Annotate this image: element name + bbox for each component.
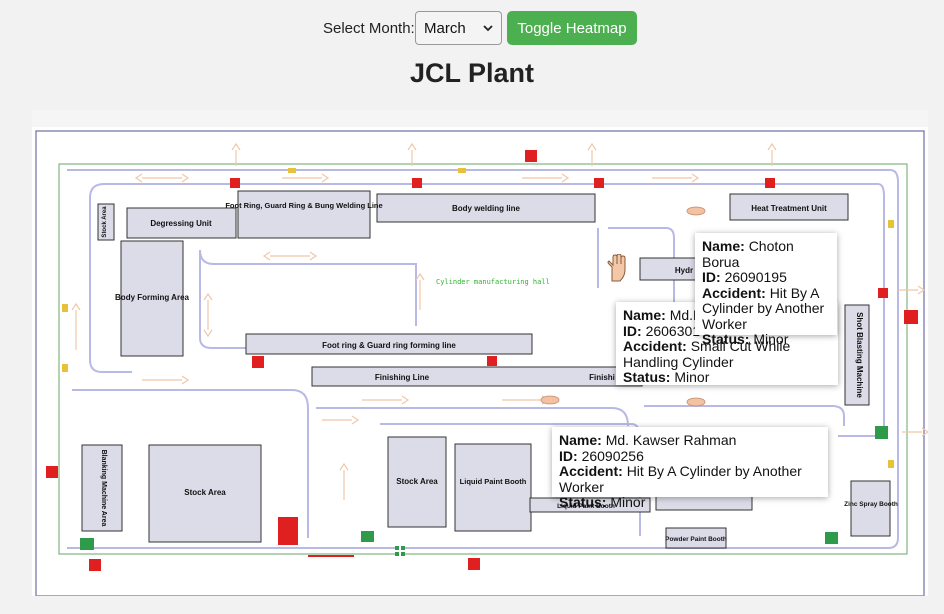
hand-icon — [607, 254, 626, 282]
label-cylinder-hall: Cylinder manufacturing hall — [436, 278, 550, 286]
toggle-heatmap-button[interactable]: Toggle Heatmap — [507, 11, 637, 45]
label-body-forming-area: Body Forming Area — [115, 293, 189, 302]
label-foot-ring-bung-line: Foot Ring, Guard Ring & Bung Welding Lin… — [225, 201, 382, 210]
label-degressing-unit: Degressing Unit — [150, 219, 212, 228]
label-finishing-line: Finishing Line — [375, 373, 430, 382]
label-foot-guard-forming-line: Foot ring & Guard ring forming line — [322, 341, 456, 350]
accident-tooltip-3: Name: Md. Kawser Rahman ID: 26090256 Acc… — [552, 427, 828, 510]
tooltip-accident-row: Accident: Hit By A Cylinder by Another W… — [702, 284, 825, 332]
label-body-welding-line: Body welding line — [452, 204, 521, 213]
page-title: JCL Plant — [409, 58, 535, 88]
label-blanking-area: Blanking Machine Area — [100, 450, 107, 527]
accident-tooltip-1: Name: Choton Borua ID: 26090195 Accident… — [695, 233, 837, 347]
tooltip-id-row: ID: 26090195 — [702, 269, 787, 285]
label-hydro: Hydr — [675, 266, 693, 275]
chevron-down-icon — [483, 24, 493, 31]
label-shot-blasting: Shot Blasting Machine — [855, 312, 864, 398]
label-liquid-paint-booth: Liquid Paint Booth — [460, 477, 527, 486]
label-stock-area-large: Stock Area — [184, 488, 226, 497]
tooltip-status-row: Status: Minor — [559, 494, 646, 510]
tooltip-name-row: Name: Choton Borua — [702, 238, 794, 270]
tooltip-status-row: Status: Minor — [623, 369, 710, 385]
tooltip-name-row: Name: Md. Kawser Rahman — [559, 432, 737, 448]
label-zinc-spray-booth: Zinc Spray Booth — [844, 501, 898, 508]
tooltip-status-row: Status: Minor — [702, 331, 789, 347]
label-stock-area-mid: Stock Area — [396, 477, 438, 486]
controls-bar: Select Month: March Toggle Heatmap — [0, 11, 944, 47]
tooltip-accident-row: Accident: Hit By A Cylinder by Another W… — [559, 463, 802, 495]
tooltip-id-row: ID: 26090256 — [559, 447, 644, 464]
label-stock-area-small: Stock Area — [102, 206, 108, 238]
month-select[interactable]: March — [415, 11, 502, 45]
label-powder-paint-booth: Powder Paint Booth — [665, 536, 727, 543]
label-heat-treatment-unit: Heat Treatment Unit — [751, 204, 827, 213]
label-finishing-right: Finishi — [589, 373, 615, 382]
month-selected-value: March — [424, 19, 466, 37]
month-label: Select Month: — [323, 20, 415, 37]
